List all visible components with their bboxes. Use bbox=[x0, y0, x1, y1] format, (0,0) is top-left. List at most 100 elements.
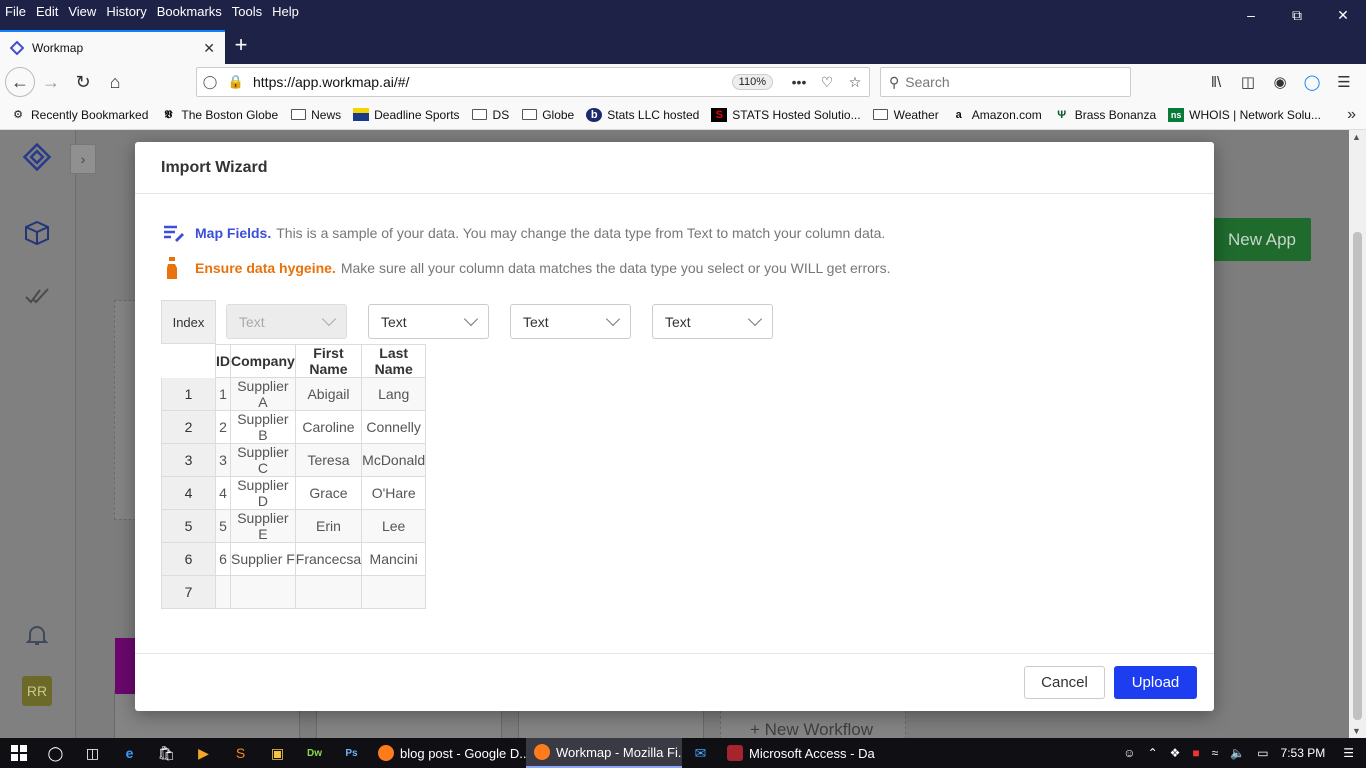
action-center-icon[interactable]: ☰ bbox=[1331, 746, 1366, 760]
sidebar-expand-icon[interactable]: › bbox=[70, 144, 96, 174]
table-cell bbox=[230, 575, 296, 609]
table-row: 1 Supplier A Abigail Lang bbox=[215, 377, 427, 411]
table-cell: Lang bbox=[361, 377, 427, 411]
bookmark-ds[interactable]: DS bbox=[472, 108, 509, 122]
mail-icon[interactable]: ✉ bbox=[682, 738, 719, 768]
menu-edit[interactable]: Edit bbox=[31, 4, 63, 19]
edge-icon[interactable]: e bbox=[111, 738, 148, 768]
taskbar-app-blog-post[interactable]: blog post - Google D... bbox=[370, 738, 526, 768]
tab-workmap[interactable]: Workmap ✕ bbox=[0, 30, 225, 64]
table-row: 3 Supplier C Teresa McDonald bbox=[215, 443, 427, 477]
bookmark-whois[interactable]: ns WHOIS | Network Solu... bbox=[1168, 107, 1321, 122]
table-cell: Grace bbox=[294, 476, 363, 510]
bookmark-boston-globe[interactable]: 𝖁 The Boston Globe bbox=[160, 108, 278, 122]
library-icon[interactable]: ‖\ bbox=[1200, 74, 1232, 91]
page-actions-icon[interactable]: ••• bbox=[785, 74, 813, 90]
tray-overflow-icon[interactable]: ⌃ bbox=[1142, 746, 1164, 760]
scrollbar-thumb[interactable] bbox=[1353, 232, 1362, 720]
dropbox-icon[interactable]: ❖ bbox=[1164, 746, 1187, 760]
type-select-company[interactable]: Text bbox=[368, 304, 489, 339]
index-column: 1 2 3 4 5 6 7 bbox=[161, 344, 216, 609]
lock-icon[interactable]: 🔒 bbox=[223, 74, 249, 90]
menu-tools[interactable]: Tools bbox=[227, 4, 267, 19]
type-select-first-name[interactable]: Text bbox=[510, 304, 631, 339]
account-icon[interactable]: ◉ bbox=[1264, 73, 1296, 91]
clock[interactable]: 7:53 PM bbox=[1275, 746, 1332, 760]
scroll-up-icon[interactable]: ▲ bbox=[1352, 132, 1361, 142]
store-icon[interactable]: 🛍 bbox=[148, 738, 185, 768]
dreamweaver-icon[interactable]: Dw bbox=[296, 738, 333, 768]
workmap-logo-icon[interactable] bbox=[22, 142, 52, 172]
menu-help[interactable]: Help bbox=[267, 4, 304, 19]
bookmark-weather[interactable]: Weather bbox=[873, 108, 939, 122]
windows-start-icon[interactable] bbox=[0, 738, 37, 768]
extension-icon[interactable]: ◯ bbox=[1296, 73, 1328, 91]
back-icon[interactable]: ← bbox=[5, 67, 35, 97]
file-explorer-icon[interactable]: ▣ bbox=[259, 738, 296, 768]
forward-icon[interactable]: → bbox=[35, 66, 67, 98]
cancel-button[interactable]: Cancel bbox=[1024, 666, 1105, 699]
close-tab-icon[interactable]: ✕ bbox=[203, 40, 215, 57]
firefox-icon bbox=[534, 744, 550, 760]
bell-icon[interactable] bbox=[22, 620, 52, 650]
shield-icon[interactable]: ◯ bbox=[197, 74, 223, 90]
bookmark-stats-llc[interactable]: b Stats LLC hosted bbox=[586, 107, 699, 122]
table-cell: Supplier A bbox=[230, 377, 296, 411]
scroll-down-icon[interactable]: ▼ bbox=[1352, 726, 1361, 736]
wifi-icon[interactable]: ≈ bbox=[1206, 746, 1225, 760]
modal-footer: Cancel Upload bbox=[135, 653, 1214, 711]
bookmark-amazon[interactable]: a Amazon.com bbox=[951, 108, 1042, 122]
menu-view[interactable]: View bbox=[63, 4, 101, 19]
reload-icon[interactable]: ↻ bbox=[67, 66, 99, 98]
notification-app-icon[interactable]: ■ bbox=[1186, 746, 1205, 760]
zoom-badge[interactable]: 110% bbox=[731, 74, 773, 90]
apps-cube-icon[interactable] bbox=[22, 218, 52, 248]
modal-title: Import Wizard bbox=[135, 142, 1214, 194]
table-row bbox=[215, 575, 427, 609]
media-player-icon[interactable]: ▶ bbox=[185, 738, 222, 768]
bookmark-recently-bookmarked[interactable]: ⚙ Recently Bookmarked bbox=[10, 108, 148, 122]
table-cell: Caroline bbox=[294, 410, 363, 444]
people-icon[interactable]: ☺ bbox=[1117, 746, 1141, 760]
task-view-icon[interactable]: ◫ bbox=[74, 738, 111, 768]
url-bar[interactable]: ◯ 🔒 https://app.workmap.ai/#/ 110% ••• ♡… bbox=[196, 67, 870, 97]
cortana-search-icon[interactable]: ◯ bbox=[37, 738, 74, 768]
table-cell: Connelly bbox=[361, 410, 427, 444]
sublime-icon[interactable]: S bbox=[222, 738, 259, 768]
page-scrollbar[interactable]: ▲ ▼ bbox=[1349, 130, 1366, 738]
network-solutions-icon: ns bbox=[1168, 107, 1185, 122]
bookmark-news[interactable]: News bbox=[290, 108, 341, 122]
bookmark-stats-hosted[interactable]: S STATS Hosted Solutio... bbox=[711, 107, 861, 122]
menu-history[interactable]: History bbox=[101, 4, 151, 19]
photoshop-icon[interactable]: Ps bbox=[333, 738, 370, 768]
battery-icon[interactable]: ▭ bbox=[1251, 746, 1274, 760]
search-input[interactable]: ⚲ Search bbox=[880, 67, 1131, 97]
new-workflow-link[interactable]: + New Workflow bbox=[750, 720, 873, 738]
table-cell: Erin bbox=[294, 509, 363, 543]
tasks-check-icon[interactable] bbox=[22, 280, 52, 310]
sidebar-toggle-icon[interactable]: ◫ bbox=[1232, 73, 1264, 91]
pocket-icon[interactable]: ♡ bbox=[813, 74, 841, 91]
type-select-last-name[interactable]: Text bbox=[652, 304, 773, 339]
avatar[interactable]: RR bbox=[22, 676, 52, 706]
menu-file[interactable]: File bbox=[0, 4, 31, 19]
new-app-button[interactable]: New App bbox=[1213, 218, 1311, 261]
url-text[interactable]: https://app.workmap.ai/#/ bbox=[253, 74, 732, 90]
menu-bookmarks[interactable]: Bookmarks bbox=[152, 4, 227, 19]
hamburger-menu-icon[interactable]: ☰ bbox=[1328, 73, 1360, 91]
bookmark-deadline-sports[interactable]: Deadline Sports bbox=[353, 108, 460, 122]
data-hygiene-text: Make sure all your column data matches t… bbox=[340, 260, 891, 276]
new-tab-icon[interactable]: + bbox=[230, 30, 252, 60]
bookmark-brass-bonanza[interactable]: Ψ Brass Bonanza bbox=[1054, 108, 1156, 122]
upload-button[interactable]: Upload bbox=[1114, 666, 1197, 699]
folder-icon bbox=[873, 109, 889, 120]
bookmark-star-icon[interactable]: ☆ bbox=[841, 74, 869, 91]
bookmarks-overflow-icon[interactable]: » bbox=[1347, 106, 1356, 124]
sidebar: RR bbox=[0, 130, 76, 738]
volume-icon[interactable]: 🔈 bbox=[1224, 746, 1251, 760]
home-icon[interactable]: ⌂ bbox=[99, 66, 131, 98]
taskbar-app-workmap[interactable]: Workmap - Mozilla Fi... bbox=[526, 738, 682, 768]
bookmark-globe[interactable]: Globe bbox=[521, 108, 574, 122]
index-header: Index bbox=[161, 300, 216, 344]
taskbar-app-access[interactable]: Microsoft Access - Da... bbox=[719, 738, 875, 768]
